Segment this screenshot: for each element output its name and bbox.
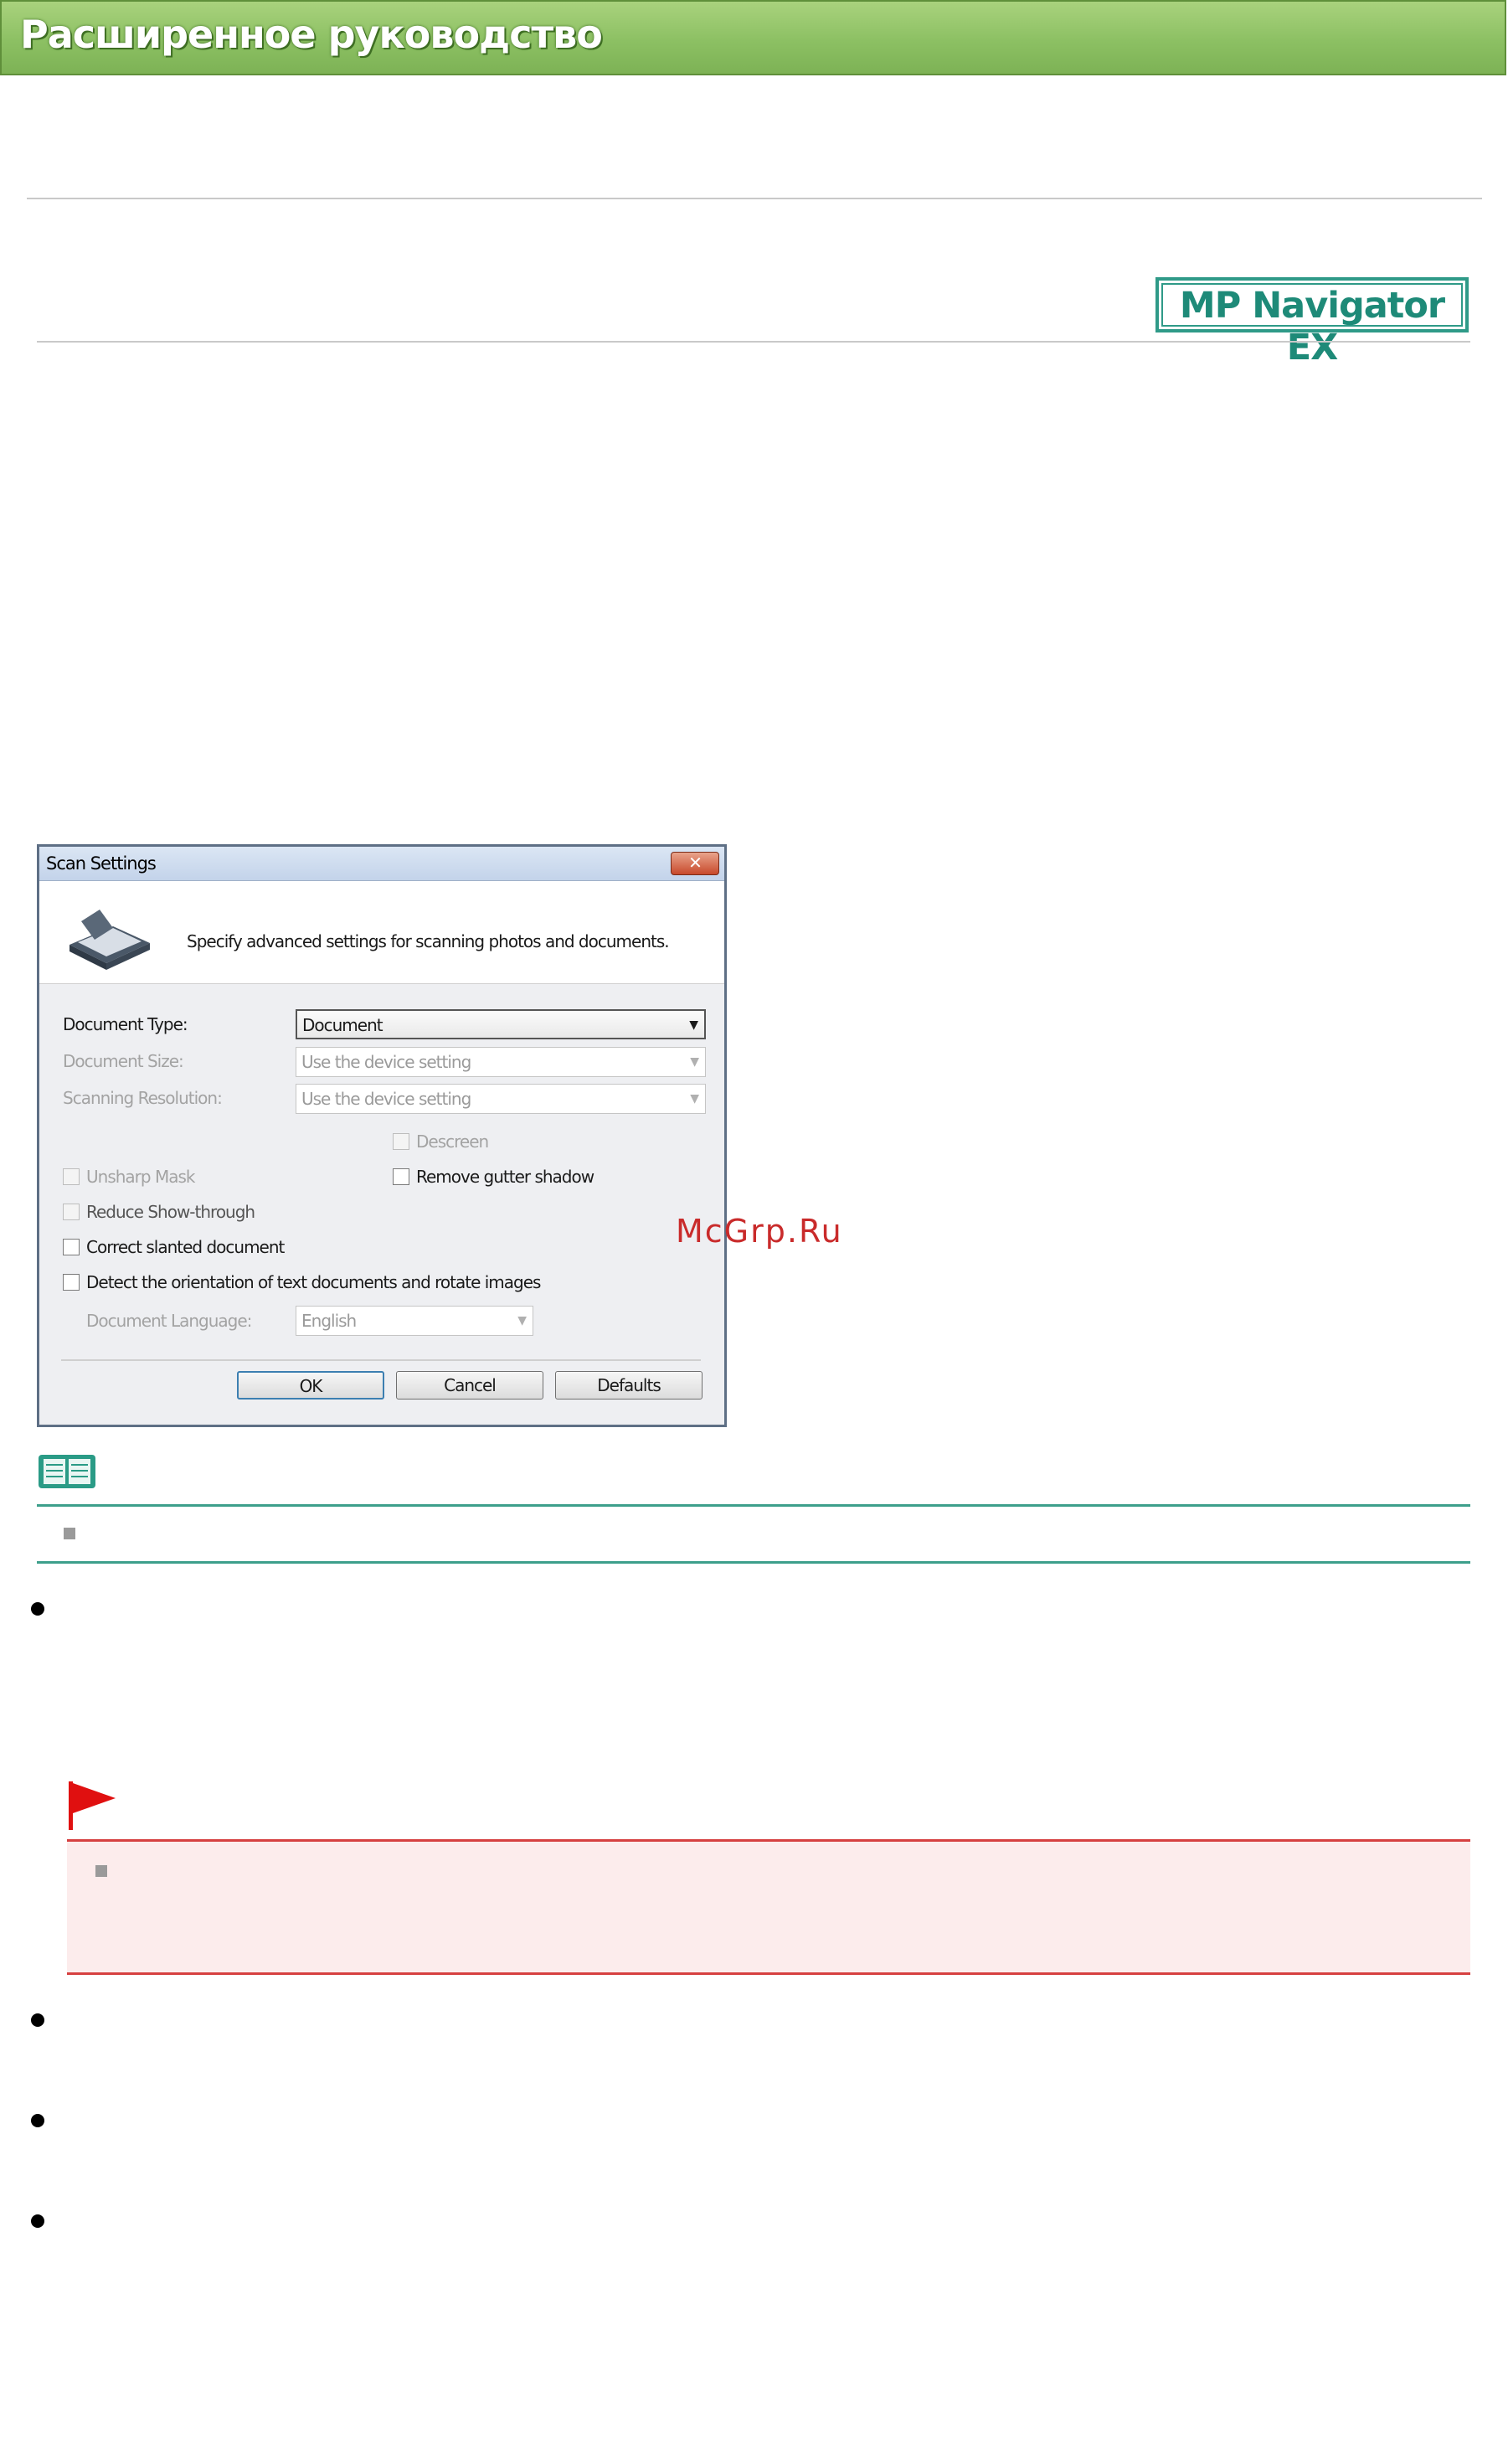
detect-orientation-label: Detect the orientation of text documents…	[86, 1272, 541, 1292]
list-bullet	[31, 2114, 44, 2127]
descreen-checkbox[interactable]	[393, 1133, 409, 1150]
note-book-icon	[39, 1455, 95, 1488]
document-language-value: English	[301, 1311, 357, 1331]
document-size-select[interactable]: Use the device setting ▼	[296, 1047, 706, 1077]
flag-icon	[69, 1781, 116, 1830]
note-bullet	[64, 1528, 75, 1539]
correct-slanted-label: Correct slanted document	[86, 1237, 285, 1257]
watermark-text: McGrp.Ru	[676, 1213, 843, 1250]
scanning-resolution-label: Scanning Resolution:	[63, 1088, 223, 1108]
document-size-label: Document Size:	[63, 1051, 184, 1071]
dialog-separator	[61, 1359, 701, 1361]
descreen-label: Descreen	[416, 1131, 489, 1152]
scan-settings-dialog: Scan Settings ✕ Specify advanced setting…	[37, 844, 727, 1427]
unsharp-mask-checkbox[interactable]	[63, 1168, 80, 1185]
detect-orientation-checkbox[interactable]	[63, 1274, 80, 1291]
document-type-value: Document	[302, 1015, 383, 1035]
product-badge: MP Navigator EX	[1155, 277, 1469, 369]
dialog-description: Specify advanced settings for scanning p…	[187, 931, 670, 951]
document-language-label: Document Language:	[86, 1311, 252, 1331]
cancel-button[interactable]: Cancel	[396, 1371, 543, 1400]
product-badge-text: MP Navigator EX	[1161, 283, 1463, 369]
note-bottom-rule	[37, 1561, 1470, 1564]
document-type-select[interactable]: Document ▼	[296, 1009, 706, 1039]
document-language-select[interactable]: English ▼	[296, 1306, 533, 1336]
dialog-title: Scan Settings	[46, 853, 157, 874]
dialog-titlebar: Scan Settings ✕	[39, 847, 724, 881]
list-bullet	[31, 2214, 44, 2228]
correct-slanted-checkbox[interactable]	[63, 1239, 80, 1255]
defaults-button[interactable]: Defaults	[555, 1371, 703, 1400]
dropdown-arrow-icon: ▼	[689, 1018, 698, 1032]
important-box	[67, 1839, 1470, 1975]
note-top-rule	[37, 1504, 1470, 1507]
reduce-show-through-checkbox[interactable]	[63, 1204, 80, 1220]
reduce-show-through-label: Reduce Show-through	[86, 1202, 255, 1222]
header-divider	[27, 198, 1482, 199]
page-header-title: Расширенное руководство	[20, 12, 603, 57]
dropdown-arrow-icon: ▼	[690, 1055, 699, 1069]
dropdown-arrow-icon: ▼	[690, 1092, 699, 1106]
scanning-resolution-select[interactable]: Use the device setting ▼	[296, 1084, 706, 1114]
unsharp-mask-label: Unsharp Mask	[86, 1167, 195, 1187]
important-bullet	[95, 1865, 107, 1877]
document-size-value: Use the device setting	[301, 1052, 471, 1072]
close-icon[interactable]: ✕	[671, 852, 719, 875]
list-bullet	[31, 1602, 44, 1616]
remove-gutter-shadow-checkbox[interactable]	[393, 1168, 409, 1185]
scanning-resolution-value: Use the device setting	[301, 1089, 471, 1109]
scanner-icon	[69, 910, 150, 970]
page-header-banner: Расширенное руководство	[0, 0, 1506, 75]
dropdown-arrow-icon: ▼	[517, 1314, 527, 1327]
list-bullet	[31, 2013, 44, 2027]
document-type-label: Document Type:	[63, 1014, 188, 1034]
title-divider	[37, 341, 1470, 343]
dialog-description-panel: Specify advanced settings for scanning p…	[39, 881, 724, 984]
ok-button[interactable]: OK	[237, 1371, 384, 1400]
remove-gutter-shadow-label: Remove gutter shadow	[416, 1167, 594, 1187]
